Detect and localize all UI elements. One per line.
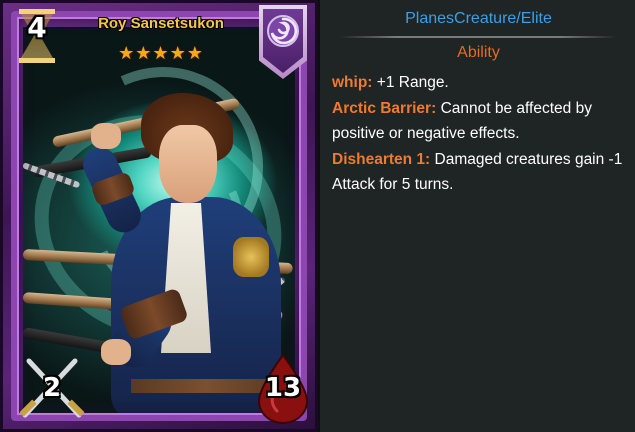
- card-cost: 4: [27, 11, 47, 44]
- card-name: Roy Sansetsukon: [98, 15, 224, 32]
- ability-item: Arctic Barrier: Cannot be affected by po…: [332, 96, 632, 147]
- ability-item: Dishearten 1: Damaged creatures gain -1 …: [332, 147, 632, 198]
- ability-name: Arctic Barrier:: [332, 99, 437, 117]
- cost-indicator: 4: [9, 5, 63, 65]
- star-rating: ★★★★★: [118, 43, 204, 63]
- swirl-vortex-icon: [267, 15, 299, 47]
- attack-value: 2: [42, 373, 62, 403]
- ability-list: whip: +1 Range. Arctic Barrier: Cannot b…: [332, 70, 632, 198]
- card-info-panel: PlanesCreature/Elite Ability whip: +1 Ra…: [318, 0, 635, 432]
- health-indicator: 13: [253, 353, 315, 425]
- ability-name: Dishearten 1:: [332, 150, 431, 168]
- attack-indicator: 2: [17, 353, 87, 423]
- creature-type: PlanesCreature/Elite: [405, 10, 552, 27]
- ability-item: whip: +1 Range.: [332, 70, 632, 96]
- header-divider: [340, 36, 617, 38]
- creature-card[interactable]: 4 Roy Sansetsukon ★★★★★ 2 13: [0, 0, 318, 432]
- health-value: 13: [264, 373, 302, 403]
- ability-name: whip:: [332, 74, 373, 91]
- ability-description: +1 Range.: [376, 74, 449, 91]
- ability-section-title: Ability: [457, 44, 500, 61]
